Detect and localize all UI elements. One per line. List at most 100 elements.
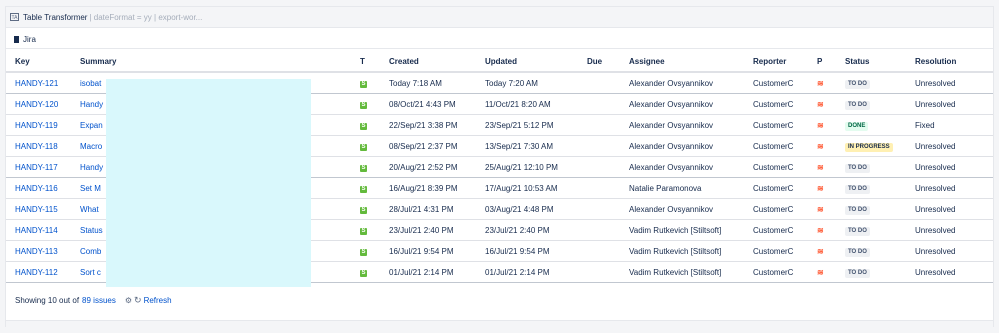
spinner-icon: ⚙	[124, 295, 133, 305]
cell-key: HANDY-114	[6, 219, 71, 241]
issue-key-link[interactable]: HANDY-116	[15, 184, 58, 193]
redaction-overlay	[106, 79, 311, 287]
story-type-icon: S	[360, 270, 367, 277]
resolution-value: Unresolved	[915, 141, 956, 151]
issue-summary-link[interactable]: What	[80, 205, 99, 214]
cell-updated: 03/Aug/21 4:48 PM	[476, 198, 578, 220]
cell-status: TO DO	[836, 198, 906, 220]
cell-key: HANDY-117	[6, 156, 71, 178]
reporter-value: CustomerC	[753, 120, 794, 130]
cell-priority: ≋	[808, 114, 836, 136]
column-header-p[interactable]: P	[808, 51, 836, 73]
cell-assignee: Alexander Ovsyannikov	[620, 114, 744, 136]
resolution-value: Unresolved	[915, 204, 956, 214]
resolution-value: Fixed	[915, 120, 935, 130]
cell-type: S	[351, 198, 380, 220]
table-header-row: Key Summary T Created Updated Due Assignee Repo…	[6, 51, 993, 73]
cell-reporter: CustomerC	[744, 198, 808, 220]
issue-summary-link[interactable]: Status	[80, 226, 103, 235]
jira-macro-frame: TA Table Transformer | dateFormat = yy |…	[5, 6, 994, 327]
resolution-value: Unresolved	[915, 225, 956, 235]
cell-priority: ≋	[808, 240, 836, 262]
issue-key-link[interactable]: HANDY-120	[15, 100, 58, 109]
refresh-icon[interactable]: ↻	[134, 295, 142, 306]
issues-count-link[interactable]: 89 issues	[82, 296, 116, 305]
cell-priority: ≋	[808, 135, 836, 157]
macro-title: Table Transformer	[23, 12, 88, 22]
issue-summary-link[interactable]: Handy	[80, 163, 103, 172]
cell-type: S	[351, 72, 380, 94]
issue-key-link[interactable]: HANDY-121	[15, 79, 58, 88]
updated-value: 01/Jul/21 2:14 PM	[485, 267, 550, 277]
issue-summary-link[interactable]: Expan	[80, 121, 103, 130]
column-header-updated[interactable]: Updated	[476, 51, 578, 73]
cell-created: 08/Oct/21 4:43 PM	[380, 93, 476, 115]
priority-highest-icon: ≋	[817, 162, 824, 172]
reporter-value: CustomerC	[753, 99, 794, 109]
issue-summary-link[interactable]: Handy	[80, 100, 103, 109]
issue-key-link[interactable]: HANDY-119	[15, 121, 58, 130]
reporter-value: CustomerC	[753, 225, 794, 235]
cell-type: S	[351, 240, 380, 262]
priority-highest-icon: ≋	[817, 267, 824, 277]
created-value: 22/Sep/21 3:38 PM	[389, 120, 458, 130]
story-type-icon: S	[360, 81, 367, 88]
cell-due	[578, 240, 620, 262]
column-header-t[interactable]: T	[351, 51, 380, 73]
updated-value: Today 7:20 AM	[485, 78, 538, 88]
assignee-value: Alexander Ovsyannikov	[629, 162, 714, 172]
issue-key-link[interactable]: HANDY-115	[15, 205, 58, 214]
cell-assignee: Vadim Rutkevich [Stiltsoft]	[620, 240, 744, 262]
created-value: 16/Aug/21 8:39 PM	[389, 183, 458, 193]
cell-resolution: Unresolved	[906, 198, 993, 220]
resolution-value: Unresolved	[915, 183, 956, 193]
created-value: Today 7:18 AM	[389, 78, 442, 88]
cell-type: S	[351, 93, 380, 115]
cell-priority: ≋	[808, 93, 836, 115]
cell-assignee: Vadim Rutkevich [Stiltsoft]	[620, 219, 744, 241]
cell-assignee: Vadim Rutkevich [Stiltsoft]	[620, 261, 744, 283]
cell-updated: 23/Sep/21 5:12 PM	[476, 114, 578, 136]
assignee-value: Alexander Ovsyannikov	[629, 141, 714, 151]
issue-summary-link[interactable]: Set M	[80, 184, 101, 193]
issue-summary-link[interactable]: Macro	[80, 142, 102, 151]
cell-due	[578, 198, 620, 220]
cell-assignee: Alexander Ovsyannikov	[620, 93, 744, 115]
cell-reporter: CustomerC	[744, 93, 808, 115]
column-header-assignee[interactable]: Assignee	[620, 51, 744, 73]
column-header-summary[interactable]: Summary	[71, 51, 351, 73]
issue-key-link[interactable]: HANDY-114	[15, 226, 58, 235]
priority-highest-icon: ≋	[817, 78, 824, 88]
issue-key-link[interactable]: HANDY-117	[15, 163, 58, 172]
cell-due	[578, 219, 620, 241]
column-header-reporter[interactable]: Reporter	[744, 51, 808, 73]
reporter-value: CustomerC	[753, 204, 794, 214]
cell-type: S	[351, 219, 380, 241]
status-lozenge: TO DO	[845, 268, 870, 278]
issue-key-link[interactable]: HANDY-113	[15, 247, 58, 256]
issue-key-link[interactable]: HANDY-118	[15, 142, 58, 151]
cell-updated: Today 7:20 AM	[476, 72, 578, 94]
issue-summary-link[interactable]: isobat	[80, 79, 101, 88]
column-header-key[interactable]: Key	[6, 51, 71, 73]
status-lozenge: TO DO	[845, 247, 870, 257]
updated-value: 25/Aug/21 12:10 PM	[485, 162, 558, 172]
cell-created: 01/Jul/21 2:14 PM	[380, 261, 476, 283]
cell-resolution: Unresolved	[906, 93, 993, 115]
column-header-resolution[interactable]: Resolution	[906, 51, 993, 73]
refresh-link[interactable]: Refresh	[144, 296, 172, 305]
cell-created: 22/Sep/21 3:38 PM	[380, 114, 476, 136]
cell-due	[578, 93, 620, 115]
column-header-created[interactable]: Created	[380, 51, 476, 73]
assignee-value: Alexander Ovsyannikov	[629, 99, 714, 109]
issue-summary-link[interactable]: Comb	[80, 247, 101, 256]
cell-created: 16/Jul/21 9:54 PM	[380, 240, 476, 262]
cell-priority: ≋	[808, 72, 836, 94]
priority-highest-icon: ≋	[817, 141, 824, 151]
issue-key-link[interactable]: HANDY-112	[15, 268, 58, 277]
issue-summary-link[interactable]: Sort c	[80, 268, 101, 277]
updated-value: 16/Jul/21 9:54 PM	[485, 246, 550, 256]
column-header-due[interactable]: Due	[578, 51, 620, 73]
cell-key: HANDY-115	[6, 198, 71, 220]
column-header-status[interactable]: Status	[836, 51, 906, 73]
